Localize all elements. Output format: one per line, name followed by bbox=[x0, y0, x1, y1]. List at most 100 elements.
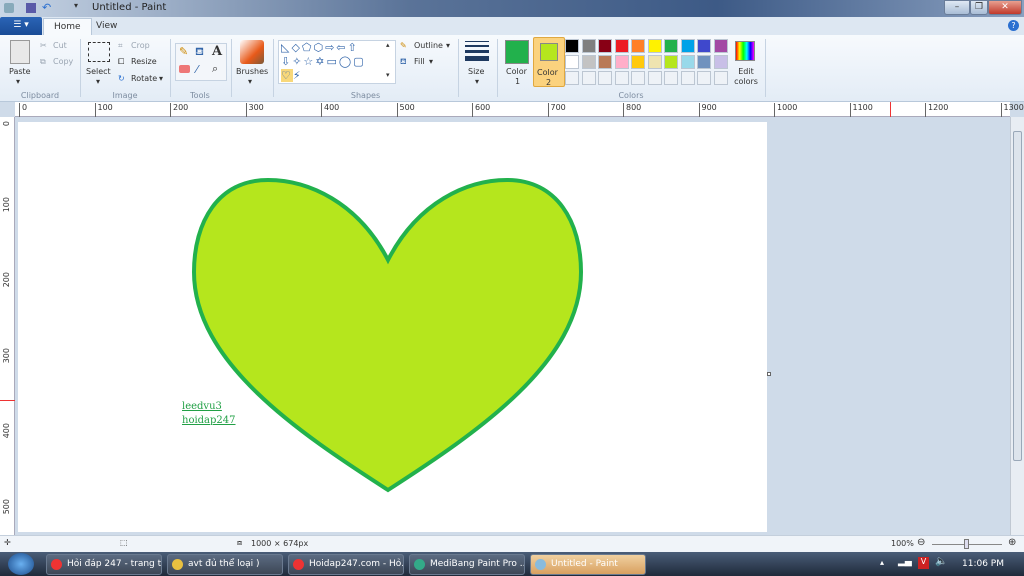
save-icon[interactable] bbox=[26, 3, 36, 13]
heart-shape-selected[interactable]: ♡ bbox=[281, 69, 293, 82]
app-icon bbox=[172, 559, 183, 570]
rotate-button[interactable]: Rotate bbox=[131, 74, 157, 83]
shapes-more[interactable]: ▾ bbox=[386, 71, 390, 79]
paste-button[interactable]: Paste bbox=[9, 67, 31, 76]
select-button[interactable]: Select bbox=[86, 67, 111, 76]
select-dropdown-icon[interactable]: ▾ bbox=[96, 77, 100, 86]
palette-empty-slot[interactable] bbox=[647, 71, 662, 85]
pencil-icon[interactable]: ✎ bbox=[179, 45, 188, 58]
palette-color[interactable] bbox=[647, 39, 662, 53]
palette-empty-slot[interactable] bbox=[581, 71, 596, 85]
clock[interactable]: 11:06 PM bbox=[962, 559, 1004, 569]
ruler-tick: 200 bbox=[170, 103, 188, 117]
taskbar-item[interactable]: Hoidap247.com - Hỏ... bbox=[288, 554, 404, 575]
palette-color[interactable] bbox=[631, 55, 645, 69]
color1-label[interactable]: Color bbox=[506, 67, 527, 76]
restore-button[interactable]: ❐ bbox=[970, 0, 988, 15]
magnifier-icon[interactable]: ⌕ bbox=[212, 62, 218, 76]
color2-button[interactable]: Color 2 bbox=[533, 37, 565, 87]
palette-color[interactable] bbox=[598, 39, 612, 53]
taskbar-item[interactable]: MediBang Paint Pro ... bbox=[409, 554, 525, 575]
network-icon[interactable]: ▂▄ bbox=[898, 557, 912, 567]
ruler-tick: 500 bbox=[2, 498, 11, 514]
fill-button[interactable]: Fill bbox=[414, 57, 425, 66]
outline-button[interactable]: Outline bbox=[414, 41, 443, 50]
palette-color[interactable] bbox=[647, 55, 662, 69]
size-button[interactable]: Size bbox=[468, 67, 484, 76]
taskbar-item[interactable]: Untitled - Paint bbox=[530, 554, 646, 575]
file-menu-button[interactable]: ☰ ▾ bbox=[0, 17, 42, 35]
palette-empty-slot[interactable] bbox=[631, 71, 645, 85]
edit-colors-button[interactable]: Edit colors bbox=[733, 67, 759, 87]
palette-color[interactable] bbox=[680, 39, 695, 53]
brushes-button[interactable]: Brushes bbox=[236, 67, 268, 76]
palette-empty-slot[interactable] bbox=[598, 71, 612, 85]
close-button[interactable]: ✕ bbox=[988, 0, 1022, 15]
customize-quick-access-icon[interactable]: ▾ bbox=[74, 1, 78, 10]
paste-dropdown-icon[interactable]: ▾ bbox=[16, 77, 20, 86]
palette-color[interactable] bbox=[713, 39, 728, 53]
undo-icon[interactable]: ↶ bbox=[42, 1, 51, 14]
fill-bucket-icon[interactable]: ⛾ bbox=[195, 45, 204, 60]
palette-color[interactable] bbox=[565, 39, 579, 53]
start-button[interactable] bbox=[8, 553, 34, 575]
ruler-tick: 100 bbox=[94, 103, 113, 117]
text-tool-icon[interactable]: A bbox=[212, 44, 222, 59]
eraser-icon[interactable] bbox=[179, 65, 190, 73]
palette-color[interactable] bbox=[697, 55, 711, 69]
fill-dropdown-icon[interactable]: ▾ bbox=[429, 57, 433, 66]
help-icon[interactable]: ? bbox=[1008, 20, 1019, 31]
crop-button[interactable]: Crop bbox=[131, 41, 150, 50]
palette-color[interactable] bbox=[565, 55, 579, 69]
palette-empty-slot[interactable] bbox=[614, 71, 629, 85]
zoom-in-button[interactable]: ⊕ bbox=[1008, 537, 1016, 548]
palette-color[interactable] bbox=[598, 55, 612, 69]
palette-color[interactable] bbox=[713, 55, 728, 69]
copy-button[interactable]: Copy bbox=[53, 57, 73, 66]
resize-button[interactable]: Resize bbox=[131, 57, 157, 66]
vertical-scrollbar[interactable] bbox=[1010, 117, 1024, 535]
volume-icon[interactable]: 🔈 bbox=[935, 556, 947, 567]
canvas-resize-handle[interactable] bbox=[767, 372, 771, 376]
palette-empty-slot[interactable] bbox=[713, 71, 728, 85]
color1-swatch[interactable] bbox=[505, 40, 529, 64]
ruler-tick: 1300 bbox=[1000, 103, 1024, 117]
scrollbar-thumb[interactable] bbox=[1013, 131, 1022, 461]
palette-color[interactable] bbox=[631, 39, 645, 53]
palette-color[interactable] bbox=[697, 39, 711, 53]
palette-color[interactable] bbox=[664, 55, 678, 69]
ruler-tick: 400 bbox=[321, 103, 339, 117]
size-dropdown-icon[interactable]: ▾ bbox=[475, 77, 479, 86]
tray-expand-icon[interactable]: ▴ bbox=[880, 558, 884, 567]
zoom-out-button[interactable]: ⊖ bbox=[917, 537, 925, 548]
paint-app-icon[interactable] bbox=[4, 3, 14, 13]
zoom-slider-thumb[interactable] bbox=[964, 539, 969, 549]
palette-color[interactable] bbox=[581, 39, 596, 53]
drawing-canvas[interactable]: leedvu3 hoidap247 bbox=[18, 122, 767, 532]
brush-icon bbox=[240, 40, 264, 64]
palette-color[interactable] bbox=[614, 55, 629, 69]
palette-empty-slot[interactable] bbox=[680, 71, 695, 85]
palette-color[interactable] bbox=[581, 55, 596, 69]
cut-button[interactable]: Cut bbox=[53, 41, 67, 50]
colors-group-label: Colors bbox=[618, 91, 644, 100]
antivirus-tray-icon[interactable]: V bbox=[918, 557, 929, 569]
outline-dropdown-icon[interactable]: ▾ bbox=[446, 41, 450, 50]
rotate-dropdown-icon[interactable]: ▾ bbox=[159, 74, 163, 83]
brushes-dropdown-icon[interactable]: ▾ bbox=[248, 77, 252, 86]
minimize-button[interactable]: – bbox=[944, 0, 970, 15]
tab-view[interactable]: View bbox=[86, 18, 127, 35]
tab-home[interactable]: Home bbox=[43, 18, 92, 35]
taskbar-item[interactable]: avt đủ thể loại ) bbox=[167, 554, 283, 575]
palette-empty-slot[interactable] bbox=[664, 71, 678, 85]
shapes-scroll-up[interactable]: ▴ bbox=[386, 41, 390, 49]
shapes-gallery[interactable]: ◺◇⬠⬡⇨⇦⇧ ⇩✧☆✡▭◯▢ ♡⚡ bbox=[278, 40, 396, 84]
palette-empty-slot[interactable] bbox=[565, 71, 579, 85]
palette-color[interactable] bbox=[664, 39, 678, 53]
palette-color[interactable] bbox=[680, 55, 695, 69]
taskbar-item[interactable]: Hỏi đáp 247 - trang t... bbox=[46, 554, 162, 575]
ruler-tick: 300 bbox=[245, 103, 264, 117]
palette-color[interactable] bbox=[614, 39, 629, 53]
palette-empty-slot[interactable] bbox=[697, 71, 711, 85]
color-picker-icon[interactable]: ⁄ bbox=[196, 63, 198, 76]
